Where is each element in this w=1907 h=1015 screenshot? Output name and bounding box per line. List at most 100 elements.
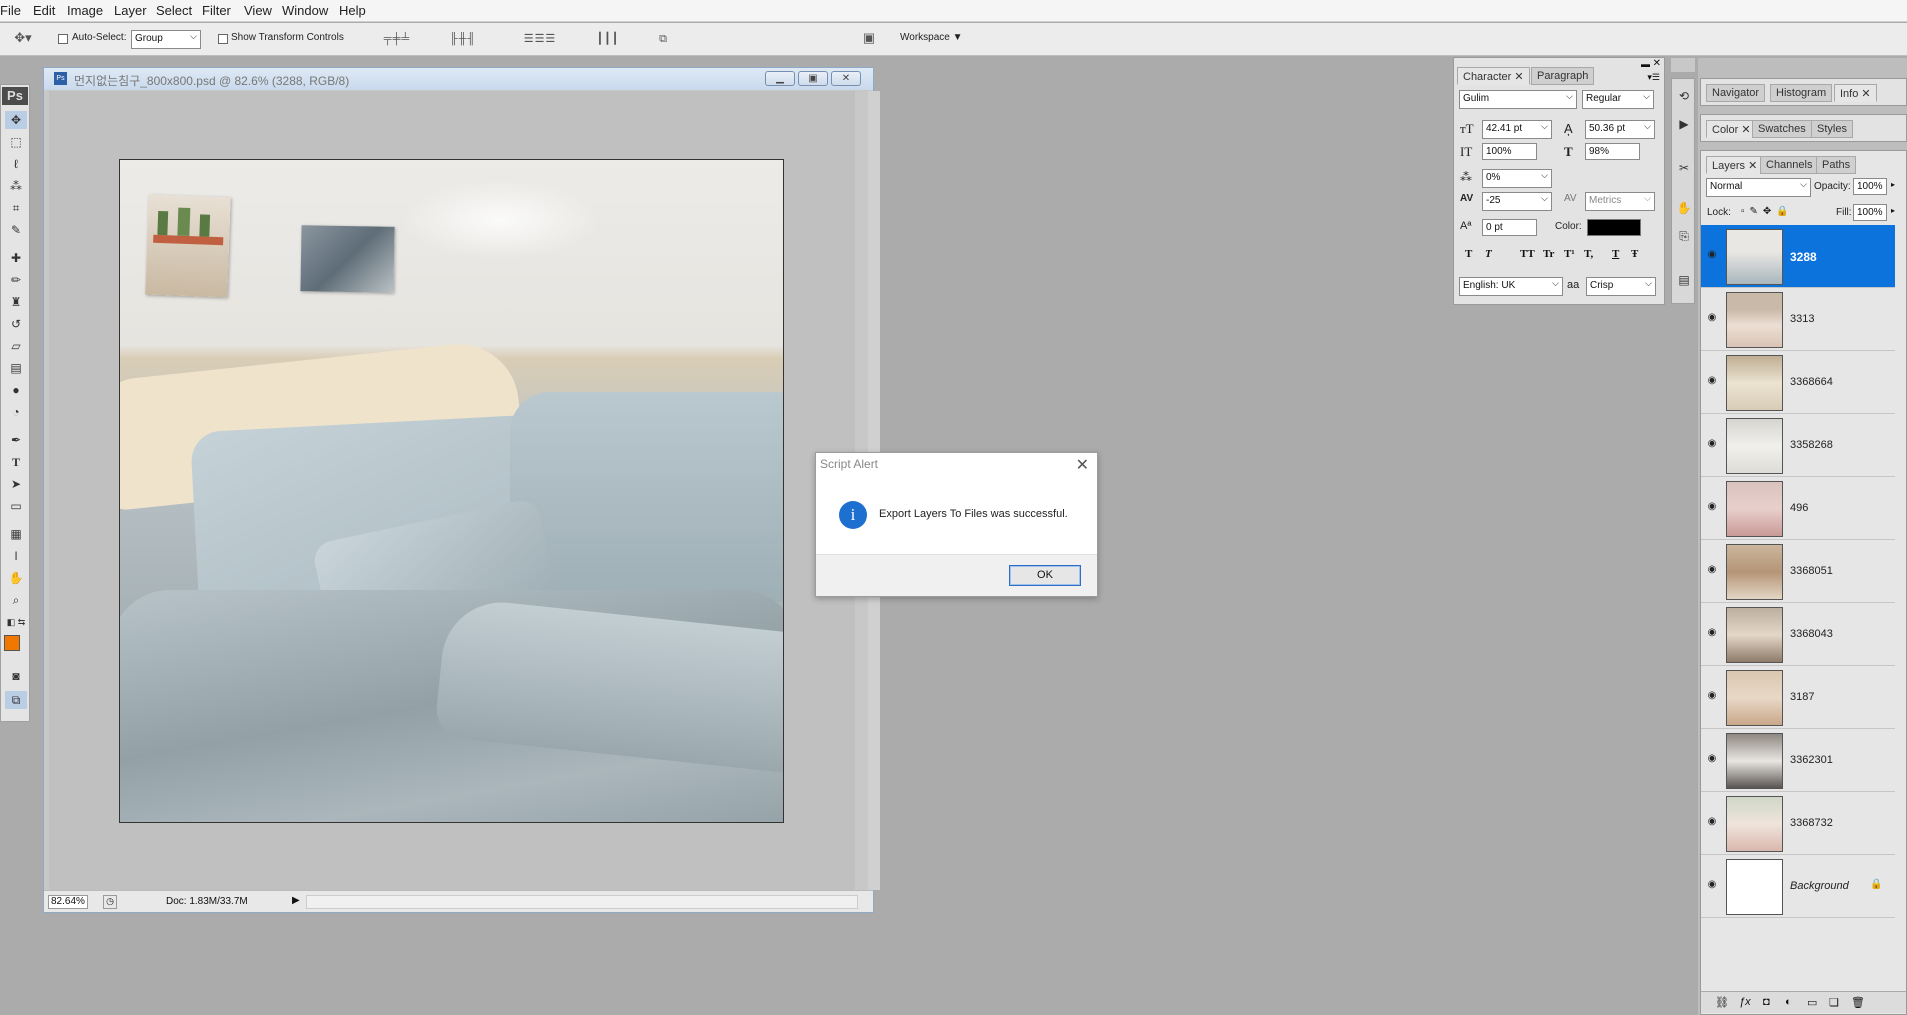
eye-icon[interactable]: ◉ (1705, 816, 1719, 828)
type-tool-icon[interactable]: T (5, 453, 27, 471)
pen-tool-icon[interactable]: ✒ (5, 431, 27, 449)
status-menu-arrow-icon[interactable]: ▶ (292, 895, 300, 906)
eye-icon[interactable]: ◉ (1705, 501, 1719, 513)
eye-icon[interactable]: ◉ (1705, 879, 1719, 891)
menu-image[interactable]: Image (67, 3, 103, 18)
foreground-color-swatch[interactable] (4, 635, 20, 651)
new-layer-icon[interactable]: ❏ (1829, 996, 1839, 1009)
canvas-area[interactable] (49, 91, 880, 890)
fx-icon[interactable]: ƒx (1739, 996, 1751, 1008)
fill-slider-arrow-icon[interactable]: ▸ (1891, 206, 1895, 215)
eraser-tool-icon[interactable]: ▱ (5, 337, 27, 355)
font-size-field[interactable]: 42.41 pt ⌵ (1482, 120, 1552, 139)
swap-colors-icon[interactable]: ◧ ⇆ (5, 613, 27, 631)
tab-paths[interactable]: Paths (1816, 156, 1857, 174)
zoom-tool-icon[interactable]: ⌕ (5, 591, 27, 609)
vertical-scale-field[interactable]: 100% (1482, 143, 1537, 160)
faux-italic-button[interactable]: T (1485, 248, 1492, 260)
lock-icons[interactable]: ▫✎✥🔒 (1741, 206, 1794, 217)
tab-channels[interactable]: Channels (1760, 156, 1819, 174)
trash-icon[interactable]: 🗑 (1851, 996, 1865, 1009)
shape-tool-icon[interactable]: ▭ (5, 497, 27, 515)
layer-row[interactable]: ◉ 3288 (1701, 225, 1895, 288)
blend-mode-select[interactable]: Normal ⌵ (1706, 178, 1811, 197)
panel-menu-icon[interactable]: ▾☰ (1647, 72, 1660, 83)
zoom-field[interactable]: 82.64% (48, 895, 88, 909)
magic-wand-tool-icon[interactable]: ⁂ (5, 177, 27, 195)
layer-row[interactable]: ◉ 3362301 (1701, 729, 1895, 792)
panel-minimize-icon[interactable]: ▬ (1641, 59, 1650, 69)
font-style-select[interactable]: Regular ⌵ (1582, 90, 1654, 109)
gradient-tool-icon[interactable]: ▤ (5, 359, 27, 377)
font-family-select[interactable]: Gulim ⌵ (1459, 90, 1577, 109)
tab-character[interactable]: Character ✕ (1457, 67, 1530, 85)
folder-icon[interactable]: ▭ (1807, 996, 1817, 1009)
dodge-tool-icon[interactable]: ◔ (5, 403, 27, 421)
screen-mode-icon[interactable]: ⧉ (5, 691, 27, 709)
blur-tool-icon[interactable]: ● (5, 381, 27, 399)
text-color-swatch[interactable] (1587, 219, 1641, 236)
auto-select-dropdown[interactable]: Group ⌵ (131, 30, 201, 49)
mask-icon[interactable]: ◘ (1763, 996, 1770, 1008)
menu-layer[interactable]: Layer (114, 3, 147, 18)
link-icon[interactable]: ⛓ (1715, 996, 1729, 1009)
close-button[interactable]: ✕ (831, 71, 861, 86)
opacity-slider-arrow-icon[interactable]: ▸ (1891, 180, 1895, 189)
tab-color[interactable]: Color ✕ (1706, 120, 1757, 138)
menu-filter[interactable]: Filter (202, 3, 231, 18)
ok-button[interactable]: OK (1009, 565, 1081, 586)
panel-close-icon[interactable]: ✕ (1653, 58, 1661, 69)
menu-help[interactable]: Help (339, 3, 366, 18)
auto-select-checkbox[interactable] (58, 34, 68, 44)
faux-bold-button[interactable]: T (1465, 248, 1472, 260)
tab-styles[interactable]: Styles (1811, 120, 1853, 138)
move-tool-icon[interactable]: ✥ (5, 111, 27, 129)
opacity-field[interactable]: 100% (1853, 178, 1887, 195)
tab-layers[interactable]: Layers ✕ (1706, 156, 1764, 174)
notes-tool-icon[interactable]: ▦ (5, 525, 27, 543)
layer-row[interactable]: ◉ 3368043 (1701, 603, 1895, 666)
horizontal-scrollbar[interactable] (306, 895, 858, 909)
clone-source-icon[interactable]: ⎘ (1674, 227, 1694, 245)
eye-icon[interactable]: ◉ (1705, 753, 1719, 765)
eye-icon[interactable]: ◉ (1705, 249, 1719, 261)
actions-panel-icon[interactable]: ▶ (1674, 115, 1694, 133)
leading-field[interactable]: 50.36 pt ⌵ (1585, 120, 1655, 139)
path-selection-tool-icon[interactable]: ➤ (5, 475, 27, 493)
layer-row[interactable]: ◉ 3368051 (1701, 540, 1895, 603)
show-transform-checkbox[interactable] (218, 34, 228, 44)
superscript-button[interactable]: T¹ (1564, 248, 1575, 260)
history-panel-icon[interactable]: ⟲ (1674, 87, 1694, 105)
tab-navigator[interactable]: Navigator (1706, 84, 1766, 102)
align-top-icons[interactable]: ╤╪╧ (372, 32, 422, 46)
small-caps-button[interactable]: Tr (1543, 248, 1554, 260)
quick-mask-icon[interactable]: ◙ (5, 667, 27, 685)
maximize-button[interactable]: ▣ (798, 71, 828, 86)
eye-icon[interactable]: ◉ (1705, 375, 1719, 387)
menu-view[interactable]: View (244, 3, 272, 18)
eye-icon[interactable]: ◉ (1705, 438, 1719, 450)
menu-edit[interactable]: Edit (33, 3, 55, 18)
adjustment-icon[interactable]: ◐ (1785, 996, 1792, 1008)
menu-file[interactable]: File (0, 3, 21, 18)
subscript-button[interactable]: T, (1584, 248, 1593, 260)
tab-paragraph[interactable]: Paragraph (1531, 67, 1595, 85)
tab-histogram[interactable]: Histogram (1770, 84, 1833, 102)
language-select[interactable]: English: UK ⌵ (1459, 277, 1563, 296)
tsume-field[interactable]: 0% ⌵ (1482, 169, 1552, 188)
lasso-tool-icon[interactable]: ℓ (5, 155, 27, 173)
eyedropper-sample-tool-icon[interactable]: ǀ (5, 547, 27, 565)
all-caps-button[interactable]: TT (1520, 248, 1535, 260)
distribute-horizontal-icons[interactable]: ┃┃┃ (580, 32, 636, 46)
underline-button[interactable]: T (1612, 248, 1619, 260)
brushes-panel-icon[interactable]: ✋ (1674, 199, 1694, 217)
tracking-field[interactable]: -25 ⌵ (1482, 192, 1552, 211)
strikethrough-button[interactable]: Ŧ (1631, 248, 1638, 260)
layer-comps-icon[interactable]: ▤ (1674, 271, 1694, 289)
kerning-field[interactable]: Metrics ⌵ (1585, 192, 1655, 211)
eye-icon[interactable]: ◉ (1705, 564, 1719, 576)
clone-stamp-tool-icon[interactable]: ♜ (5, 293, 27, 311)
fill-field[interactable]: 100% (1853, 204, 1887, 221)
layer-row[interactable]: ◉ 3187 (1701, 666, 1895, 729)
layer-row[interactable]: ◉ 3368664 (1701, 351, 1895, 414)
